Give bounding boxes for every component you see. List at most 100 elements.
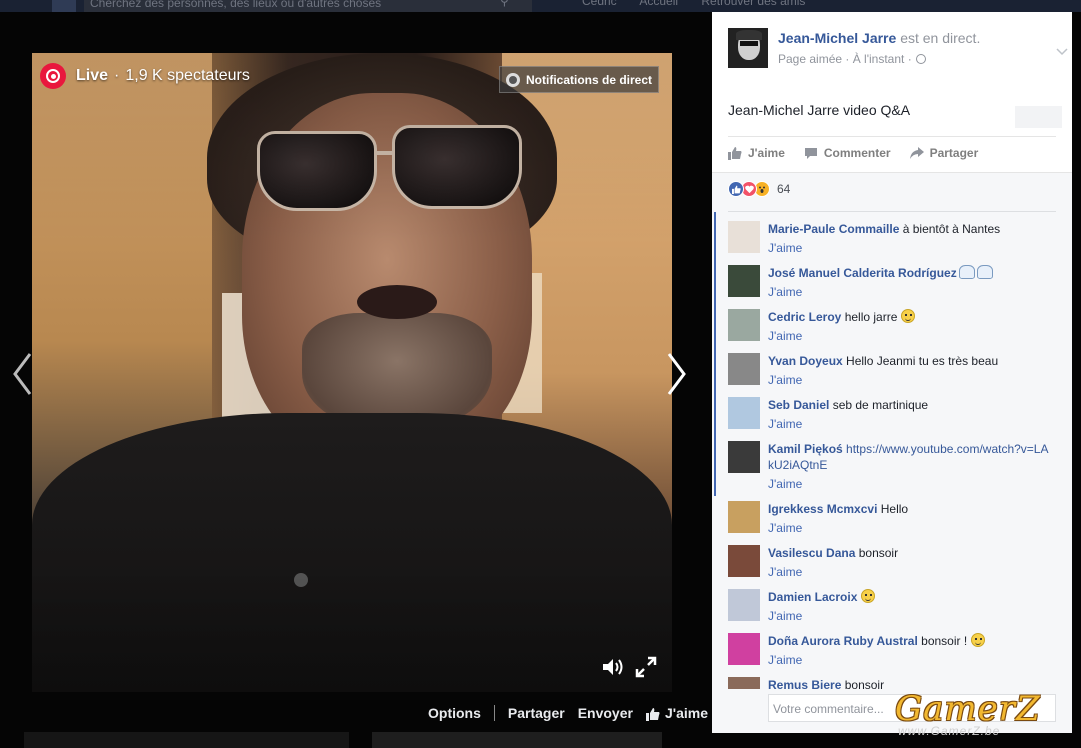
smile-emoji-icon (970, 633, 985, 647)
comment-text: à bientôt à Nantes (902, 222, 1001, 236)
post-comment-label: Commenter (823, 146, 891, 160)
avatar[interactable] (728, 501, 760, 533)
comment-like-link[interactable]: J'aime (768, 373, 802, 387)
below-fold-strip (24, 732, 349, 748)
comment-like-link[interactable]: J'aime (768, 653, 802, 667)
comment-item: Marie-Paule Commaille à bientôt à Nantes… (728, 219, 1068, 263)
post-subtitle-text: Page aimée · À l'instant · (778, 52, 912, 66)
post-title: Jean-Michel Jarre est en direct. (778, 30, 980, 46)
divider (728, 136, 1056, 137)
chevron-right-icon[interactable] (667, 352, 687, 396)
avatar[interactable] (728, 677, 760, 689)
comment-text: seb de martinique (832, 398, 929, 412)
user-link[interactable]: Cedric (582, 0, 617, 8)
comment-item: Igrekkess Mcmxcvi Hello J'aime (728, 499, 1068, 543)
like-reaction-icon (728, 181, 744, 197)
comment-like-link[interactable]: J'aime (768, 565, 802, 579)
search-icon[interactable]: ⚲ (500, 0, 514, 8)
page-avatar[interactable] (728, 28, 768, 68)
thumbs-up-icon (645, 708, 660, 722)
comment-author[interactable]: Kamil Piękoś (768, 442, 843, 456)
comment-author[interactable]: Marie-Paule Commaille (768, 222, 899, 236)
comment-like-link[interactable]: J'aime (768, 285, 802, 299)
avatar[interactable] (728, 633, 760, 665)
post-like-label: J'aime (748, 146, 785, 160)
smile-emoji-icon (900, 309, 915, 323)
post-actions-bar: J'aime Commenter Partager (728, 144, 997, 162)
page-name-link[interactable]: Jean-Michel Jarre (778, 30, 896, 46)
comment-author[interactable]: Seb Daniel (768, 398, 829, 412)
praying-hands-emoji-icon (976, 265, 993, 279)
live-badge: Live · 1,9 K spectateurs (40, 63, 250, 89)
divider (728, 211, 1056, 212)
chevron-left-icon[interactable] (12, 352, 32, 396)
avatar[interactable] (728, 221, 760, 253)
home-link[interactable]: Accueil (639, 0, 678, 8)
post-media-placeholder (1015, 106, 1062, 128)
notifications-globe-icon (506, 72, 520, 87)
avatar[interactable] (728, 353, 760, 385)
post-like-button[interactable]: J'aime (728, 146, 785, 160)
live-broadcast-icon (40, 63, 66, 89)
facebook-logo-icon[interactable] (52, 0, 76, 12)
comment-like-link[interactable]: J'aime (768, 609, 802, 623)
fullscreen-icon[interactable] (635, 656, 657, 678)
divider (493, 705, 495, 721)
avatar[interactable] (728, 265, 760, 297)
comment-text: Hello (880, 502, 909, 516)
wink-emoji-icon (860, 589, 875, 603)
below-fold-strip-2 (372, 732, 662, 748)
comment-author[interactable]: Vasilescu Dana (768, 546, 855, 560)
video-bottom-actions: Options Partager Envoyer J'aime (428, 704, 721, 722)
post-comment-button[interactable]: Commenter (804, 146, 891, 160)
comment-like-link[interactable]: J'aime (768, 329, 802, 343)
comment-text: bonsoir (858, 546, 899, 560)
like-button[interactable]: J'aime (645, 704, 708, 722)
chevron-down-icon[interactable] (1056, 48, 1068, 56)
comment-author[interactable]: Igrekkess Mcmxcvi (768, 502, 877, 516)
comment-like-link[interactable]: J'aime (768, 521, 802, 535)
search-input[interactable]: Cherchez des personnes, des lieux ou d'a… (84, 0, 532, 12)
share-button[interactable]: Partager (508, 705, 565, 721)
send-button[interactable]: Envoyer (578, 705, 633, 721)
reactions-summary[interactable]: 64 (728, 181, 790, 197)
comment-author[interactable]: Remus Biere (768, 678, 841, 689)
avatar[interactable] (728, 397, 760, 429)
avatar[interactable] (728, 589, 760, 621)
comment-body: Cedric Leroy hello jarre (768, 309, 1054, 325)
post-share-button[interactable]: Partager (909, 146, 978, 160)
live-notifications-button[interactable]: Notifications de direct (499, 66, 659, 93)
like-label: J'aime (664, 704, 708, 721)
comment-author[interactable]: Doña Aurora Ruby Austral (768, 634, 918, 648)
comment-like-link[interactable]: J'aime (768, 417, 802, 431)
public-globe-icon (915, 54, 926, 64)
share-arrow-icon (909, 147, 924, 159)
post-header: Jean-Michel Jarre est en direct. Page ai… (728, 28, 1068, 68)
volume-icon[interactable] (601, 657, 625, 677)
comment-icon (804, 148, 817, 159)
comment-body: Yvan Doyeux Hello Jeanmi tu es très beau (768, 353, 1054, 369)
comment-like-link[interactable]: J'aime (768, 477, 802, 491)
post-text: Jean-Michel Jarre video Q&A (728, 102, 911, 118)
live-video-player[interactable] (32, 53, 672, 692)
comment-body: Remus Biere bonsoir (768, 677, 1054, 689)
comment-body: Igrekkess Mcmxcvi Hello (768, 501, 1054, 517)
comment-text: bonsoir ! (921, 634, 968, 648)
watermark-logo: GamerZ www.GamerZ.be (895, 690, 1070, 742)
comment-author[interactable]: Cedric Leroy (768, 310, 841, 324)
live-notifications-label: Notifications de direct (526, 72, 653, 87)
comment-author[interactable]: José Manuel Calderita Rodríguez (768, 266, 957, 280)
post-side-panel: Jean-Michel Jarre est en direct. Page ai… (712, 12, 1072, 733)
find-friends-link[interactable]: Retrouver des amis (701, 0, 805, 8)
comment-like-link[interactable]: J'aime (768, 241, 802, 255)
avatar[interactable] (728, 441, 760, 473)
comment-body: Marie-Paule Commaille à bientôt à Nantes (768, 221, 1054, 237)
comment-body: Seb Daniel seb de martinique (768, 397, 1054, 413)
avatar[interactable] (728, 545, 760, 577)
live-label: Live (76, 67, 109, 84)
comment-item: José Manuel Calderita Rodríguez J'aime (728, 263, 1068, 307)
comment-author[interactable]: Yvan Doyeux (768, 354, 843, 368)
options-button[interactable]: Options (428, 705, 481, 721)
avatar[interactable] (728, 309, 760, 341)
comment-author[interactable]: Damien Lacroix (768, 590, 857, 604)
